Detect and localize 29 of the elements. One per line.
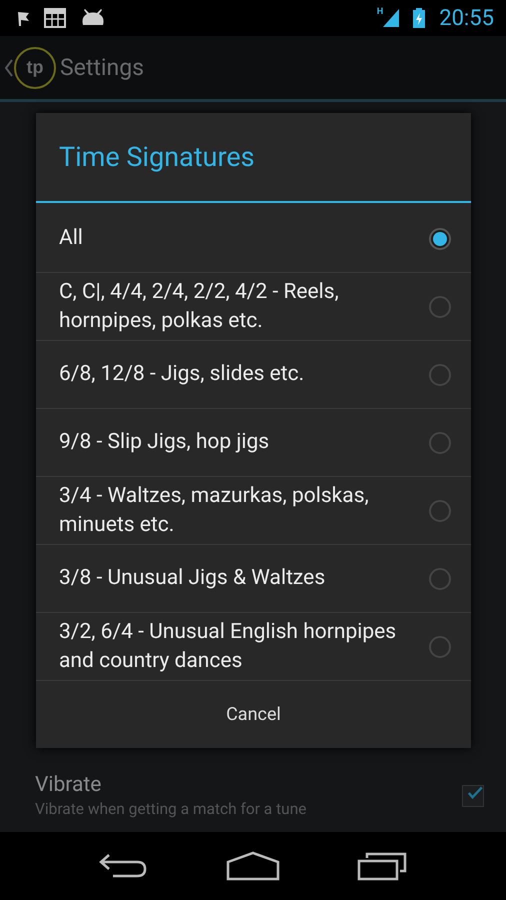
checkbox[interactable]	[462, 784, 484, 806]
signal-icon	[383, 9, 400, 27]
radio-button[interactable]	[429, 364, 451, 386]
preference-title: Vibrate	[35, 773, 102, 797]
option-row[interactable]: 3/2, 6/4 - Unusual English hornpipes and country dances	[36, 613, 471, 681]
app-logo: tp	[14, 46, 56, 88]
option-row[interactable]: C, C|, 4/4, 2/4, 2/2, 4/2 - Reels, hornpipes, polkas etc.	[36, 273, 471, 341]
radio-button[interactable]	[429, 228, 451, 250]
radio-button[interactable]	[429, 636, 451, 658]
battery-icon	[413, 8, 426, 28]
option-row[interactable]: All	[36, 205, 471, 273]
radio-button[interactable]	[429, 500, 451, 522]
option-row[interactable]: 9/8 - Slip Jigs, hop jigs	[36, 409, 471, 477]
screen-title: Settings	[60, 54, 144, 81]
preference-summary: Vibrate when getting a match for a tune	[35, 800, 308, 818]
dialog-title: Time Signatures	[36, 113, 471, 203]
network-type-label: H	[376, 7, 384, 17]
android-icon	[80, 9, 106, 27]
radio-button[interactable]	[429, 432, 451, 454]
radio-button[interactable]	[429, 568, 451, 590]
calendar-icon	[44, 8, 66, 28]
cancel-button[interactable]: Cancel	[36, 681, 471, 748]
option-row[interactable]: 3/4 - Waltzes, mazurkas, polskas, minuets etc.	[36, 477, 471, 545]
option-row[interactable]: 6/8, 12/8 - Jigs, slides etc.	[36, 341, 471, 409]
option-row[interactable]: 3/8 - Unusual Jigs & Waltzes	[36, 545, 471, 613]
back-caret-icon	[5, 58, 13, 76]
clock-time: 20:55	[439, 6, 494, 30]
radio-button[interactable]	[429, 296, 451, 318]
flag-icon	[16, 10, 30, 26]
